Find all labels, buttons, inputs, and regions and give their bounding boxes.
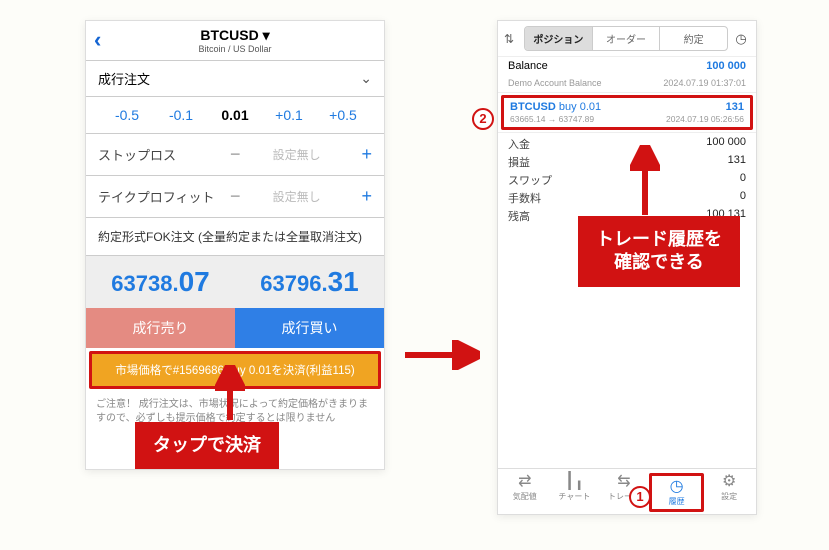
sl-minus[interactable]: − bbox=[221, 144, 249, 165]
arrow-right-icon bbox=[400, 340, 480, 370]
order-screen: ‹ BTCUSD ▾ Bitcoin / US Dollar 成行注文 ⌄ -0… bbox=[85, 20, 385, 470]
tab-quotes[interactable]: ⇄気配値 bbox=[500, 473, 550, 512]
seg-positions[interactable]: ポジション bbox=[525, 27, 593, 50]
hist-prices: 63665.14 → 63747.89 bbox=[510, 114, 594, 124]
order-type-selector[interactable]: 成行注文 ⌄ bbox=[86, 61, 384, 97]
stop-loss-row: ストップロス − 設定無し + bbox=[86, 134, 384, 176]
tab-history[interactable]: ◷履歴 bbox=[649, 473, 705, 512]
bottom-tab-bar: ⇄気配値 ┃╻チャート ⇆トレード ◷履歴 ⚙設定 bbox=[498, 468, 756, 514]
tp-plus[interactable]: + bbox=[344, 186, 372, 207]
balance-value: 100 000 bbox=[706, 60, 746, 72]
vol-value[interactable]: 0.01 bbox=[208, 107, 262, 123]
chart-icon: ┃╻ bbox=[550, 473, 600, 491]
chevron-down-icon: ⌄ bbox=[360, 70, 372, 87]
vol-inc-0.1[interactable]: +0.1 bbox=[262, 107, 316, 123]
row-fee: 手数料0 bbox=[508, 189, 746, 207]
trade-history-item-highlight: BTCUSD buy 0.01 131 63665.14 → 63747.89 … bbox=[501, 95, 753, 130]
vol-dec-0.1[interactable]: -0.1 bbox=[154, 107, 208, 123]
fill-policy-text: 約定形式FOK注文 (全量約定または全量取消注文) bbox=[86, 218, 384, 256]
row-profit: 損益131 bbox=[508, 153, 746, 171]
tab-settings[interactable]: ⚙設定 bbox=[704, 473, 754, 512]
order-header: ‹ BTCUSD ▾ Bitcoin / US Dollar bbox=[86, 21, 384, 61]
account-balance-time: 2024.07.19 01:37:01 bbox=[663, 78, 746, 88]
volume-stepper: -0.5 -0.1 0.01 +0.1 +0.5 bbox=[86, 97, 384, 134]
vol-inc-0.5[interactable]: +0.5 bbox=[316, 107, 370, 123]
market-sell-button[interactable]: 成行売り bbox=[86, 308, 235, 348]
market-buy-button[interactable]: 成行買い bbox=[235, 308, 384, 348]
back-button[interactable]: ‹ bbox=[94, 27, 101, 53]
account-balance-row: Demo Account Balance 2024.07.19 01:37:01 bbox=[498, 75, 756, 93]
tab-chart[interactable]: ┃╻チャート bbox=[550, 473, 600, 512]
ask-price: 63796.31 bbox=[235, 266, 384, 298]
bid-price: 63738.07 bbox=[86, 266, 235, 298]
hist-profit: 131 bbox=[726, 101, 744, 113]
hist-symbol: BTCUSD bbox=[510, 101, 556, 113]
close-position-button[interactable]: 市場価格で#1569686 buy 0.01を決済(利益115) bbox=[92, 354, 378, 386]
symbol-code: BTCUSD bbox=[200, 27, 258, 43]
callout-history: トレード履歴を 確認できる bbox=[578, 216, 740, 287]
seg-deals[interactable]: 約定 bbox=[660, 27, 727, 50]
price-panel: 63738.07 63796.31 bbox=[86, 256, 384, 308]
close-position-highlight: 市場価格で#1569686 buy 0.01を決済(利益115) bbox=[89, 351, 381, 389]
row-swap: スワップ0 bbox=[508, 171, 746, 189]
symbol-selector[interactable]: BTCUSD ▾ Bitcoin / US Dollar bbox=[198, 27, 271, 54]
order-buttons: 成行売り 成行買い bbox=[86, 308, 384, 348]
trade-history-item[interactable]: BTCUSD buy 0.01 131 bbox=[510, 101, 744, 113]
calendar-icon[interactable]: ◷ bbox=[732, 31, 750, 47]
hist-side: buy 0.01 bbox=[559, 101, 601, 113]
history-icon: ◷ bbox=[652, 478, 702, 496]
summary-rows: 入金100 000 損益131 スワップ0 手数料0 残高100 131 bbox=[498, 132, 756, 227]
quotes-icon: ⇄ bbox=[500, 473, 550, 491]
sort-icon[interactable]: ⇅ bbox=[504, 32, 520, 46]
balance-row: Balance 100 000 bbox=[498, 57, 756, 75]
tp-value[interactable]: 設定無し bbox=[249, 188, 344, 205]
sl-plus[interactable]: + bbox=[344, 144, 372, 165]
callout-tap-to-close: タップで決済 bbox=[135, 422, 279, 469]
sl-value[interactable]: 設定無し bbox=[249, 146, 344, 163]
take-profit-row: テイクプロフィット − 設定無し + bbox=[86, 176, 384, 218]
hist-time: 2024.07.19 05:26:56 bbox=[666, 114, 744, 124]
marker-1: 1 bbox=[629, 486, 651, 508]
symbol-desc: Bitcoin / US Dollar bbox=[198, 44, 271, 54]
account-balance-label: Demo Account Balance bbox=[508, 78, 602, 88]
sl-label: ストップロス bbox=[98, 145, 221, 164]
history-top-bar: ⇅ ポジション オーダー 約定 ◷ bbox=[498, 21, 756, 57]
trade-history-detail: 63665.14 → 63747.89 2024.07.19 05:26:56 bbox=[510, 114, 744, 124]
balance-label: Balance bbox=[508, 60, 548, 72]
tp-minus[interactable]: − bbox=[221, 186, 249, 207]
vol-dec-0.5[interactable]: -0.5 bbox=[100, 107, 154, 123]
row-deposit: 入金100 000 bbox=[508, 135, 746, 153]
history-segment: ポジション オーダー 約定 bbox=[524, 26, 728, 51]
seg-orders[interactable]: オーダー bbox=[593, 27, 661, 50]
order-type-label: 成行注文 bbox=[98, 69, 150, 88]
tp-label: テイクプロフィット bbox=[98, 187, 221, 206]
marker-2: 2 bbox=[472, 108, 494, 130]
settings-icon: ⚙ bbox=[704, 473, 754, 491]
chevron-down-icon: ▾ bbox=[263, 27, 270, 43]
